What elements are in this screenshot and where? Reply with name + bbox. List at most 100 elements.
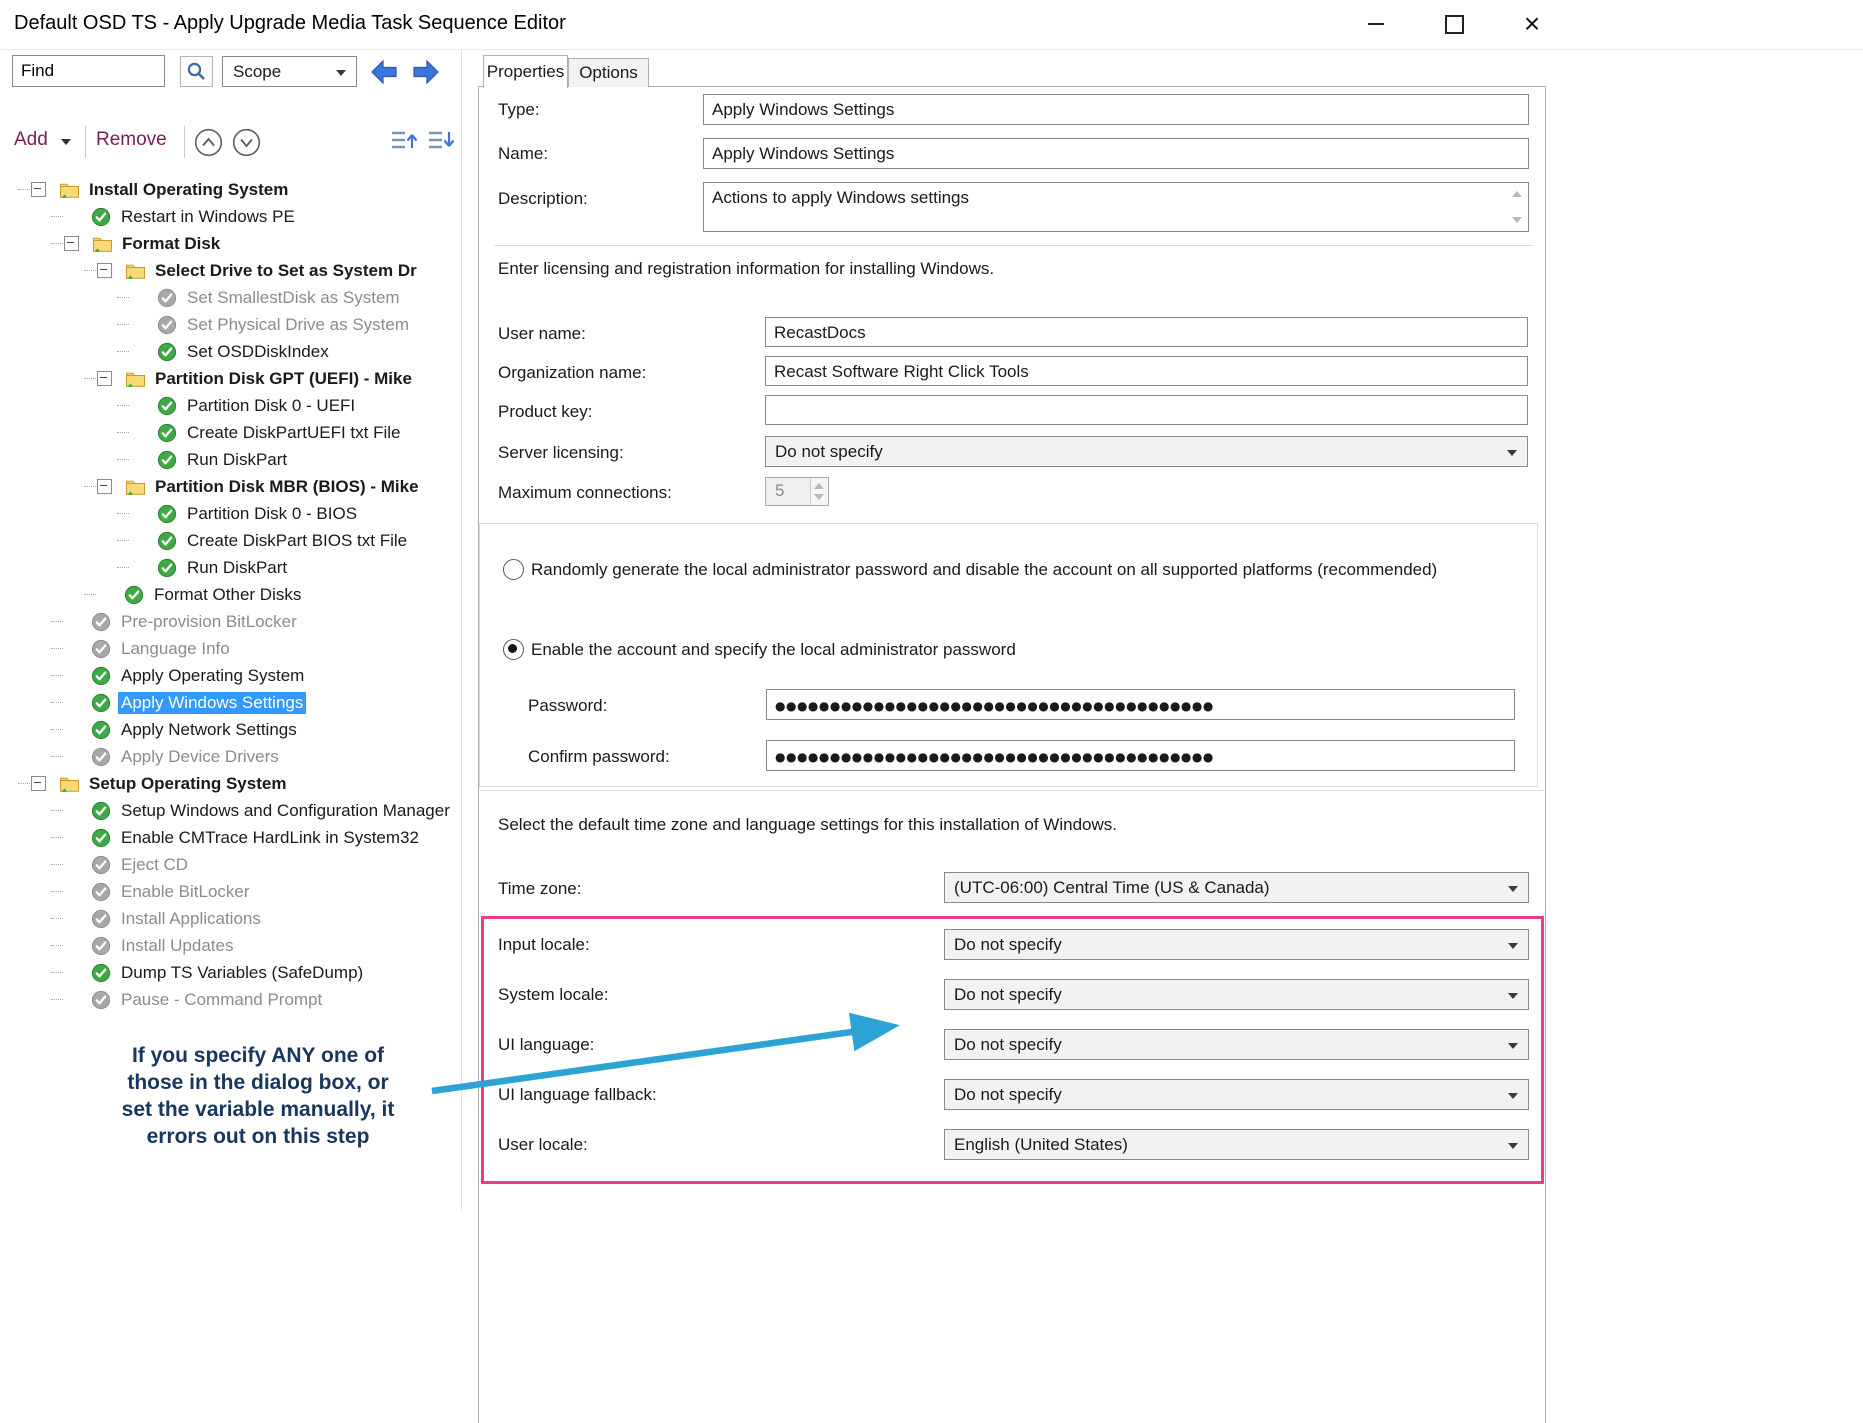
- organization-field[interactable]: Recast Software Right Click Tools: [765, 356, 1528, 386]
- remove-button[interactable]: Remove: [96, 129, 167, 151]
- tree-item[interactable]: Enable BitLocker: [0, 878, 461, 905]
- tree-connector: [51, 648, 63, 650]
- tree-connector: [51, 621, 63, 623]
- minimize-button[interactable]: [1354, 8, 1398, 40]
- tree-expander[interactable]: [97, 479, 112, 494]
- tree-item[interactable]: Partition Disk MBR (BIOS) - Mike: [0, 473, 461, 500]
- tree-item[interactable]: Install Operating System: [0, 176, 461, 203]
- chevron-down-icon: [1508, 886, 1518, 892]
- step-status-icon: [91, 612, 112, 632]
- tree-item[interactable]: Set Physical Drive as System: [0, 311, 461, 338]
- tree-item[interactable]: Pre-provision BitLocker: [0, 608, 461, 635]
- tree-item[interactable]: Restart in Windows PE: [0, 203, 461, 230]
- tree-item[interactable]: Partition Disk 0 - UEFI: [0, 392, 461, 419]
- tree-item[interactable]: Apply Device Drivers: [0, 743, 461, 770]
- tree-item-label: Create DiskPartUEFI txt File: [184, 422, 404, 444]
- name-field[interactable]: Apply Windows Settings: [703, 138, 1529, 169]
- tree-item[interactable]: Eject CD: [0, 851, 461, 878]
- chevron-down-icon: [1508, 943, 1518, 949]
- collapse-all-button[interactable]: [426, 127, 457, 158]
- search-button[interactable]: [180, 56, 213, 87]
- tree-item[interactable]: Run DiskPart: [0, 446, 461, 473]
- tree-connector: [117, 459, 129, 461]
- move-up-button[interactable]: [193, 127, 224, 158]
- tree-item[interactable]: Set SmallestDisk as System: [0, 284, 461, 311]
- locale-dropdown[interactable]: Do not specify: [944, 929, 1529, 960]
- password-field[interactable]: ●●●●●●●●●●●●●●●●●●●●●●●●●●●●●●●●●●●●●●●●: [766, 689, 1515, 720]
- tree-item[interactable]: Setup Windows and Configuration Manager: [0, 797, 461, 824]
- server-licensing-dropdown[interactable]: Do not specify: [765, 436, 1528, 467]
- step-status-icon: [91, 828, 112, 848]
- tree-connector: [51, 756, 63, 758]
- scroll-up-icon[interactable]: [1512, 191, 1522, 197]
- tree-item[interactable]: Install Applications: [0, 905, 461, 932]
- tab-properties[interactable]: Properties: [483, 55, 568, 88]
- tree-item-label: Set SmallestDisk as System: [184, 287, 403, 309]
- max-connections-spinner[interactable]: 5: [765, 477, 829, 506]
- tree-item[interactable]: Partition Disk 0 - BIOS: [0, 500, 461, 527]
- confirm-password-field[interactable]: ●●●●●●●●●●●●●●●●●●●●●●●●●●●●●●●●●●●●●●●●: [766, 740, 1515, 771]
- tree-item[interactable]: Apply Operating System: [0, 662, 461, 689]
- locale-dropdown[interactable]: Do not specify: [944, 1079, 1529, 1110]
- user-name-field[interactable]: RecastDocs: [765, 317, 1528, 347]
- locale-dropdown[interactable]: English (United States): [944, 1129, 1529, 1160]
- add-button[interactable]: Add: [14, 129, 71, 151]
- tree-item[interactable]: Dump TS Variables (SafeDump): [0, 959, 461, 986]
- spinner-buttons[interactable]: [810, 478, 828, 505]
- radio-enable-account[interactable]: [503, 639, 524, 660]
- confirm-password-masked-value: ●●●●●●●●●●●●●●●●●●●●●●●●●●●●●●●●●●●●●●●●: [775, 750, 1214, 764]
- scope-dropdown[interactable]: Scope: [222, 56, 357, 87]
- group-folder-icon: [125, 477, 146, 497]
- step-status-icon: [157, 342, 178, 362]
- tree-expander[interactable]: [97, 371, 112, 386]
- group-folder-icon: [125, 369, 146, 389]
- description-field[interactable]: Actions to apply Windows settings: [703, 182, 1529, 232]
- tree-expander[interactable]: [97, 263, 112, 278]
- tree-expander[interactable]: [31, 182, 46, 197]
- tree-item[interactable]: Apply Windows Settings: [0, 689, 461, 716]
- tree-item-label: Partition Disk 0 - UEFI: [184, 395, 358, 417]
- tree-item[interactable]: Enable CMTrace HardLink in System32: [0, 824, 461, 851]
- tree-connector: [51, 675, 63, 677]
- add-button-label: Add: [14, 129, 48, 150]
- tree-item[interactable]: Install Updates: [0, 932, 461, 959]
- find-input[interactable]: [12, 55, 165, 87]
- tree-item[interactable]: Run DiskPart: [0, 554, 461, 581]
- tree-item-label: Run DiskPart: [184, 449, 290, 471]
- name-label: Name:: [498, 144, 548, 164]
- close-button[interactable]: ×: [1510, 8, 1554, 40]
- tree-expander[interactable]: [31, 776, 46, 791]
- organization-value: Recast Software Right Click Tools: [774, 362, 1029, 381]
- type-field[interactable]: Apply Windows Settings: [703, 94, 1529, 125]
- tree-item[interactable]: Partition Disk GPT (UEFI) - Mike: [0, 365, 461, 392]
- maximize-button[interactable]: [1432, 8, 1476, 40]
- tree-item[interactable]: Format Other Disks: [0, 581, 461, 608]
- tree-item-label: Set Physical Drive as System: [184, 314, 412, 336]
- locale-dropdown[interactable]: Do not specify: [944, 979, 1529, 1010]
- expand-all-button[interactable]: [389, 127, 420, 158]
- tab-options[interactable]: Options: [568, 58, 649, 87]
- product-key-field[interactable]: [765, 395, 1528, 425]
- tree-item[interactable]: Language Info: [0, 635, 461, 662]
- tree-item[interactable]: Create DiskPartUEFI txt File: [0, 419, 461, 446]
- time-zone-dropdown[interactable]: (UTC-06:00) Central Time (US & Canada): [944, 872, 1529, 903]
- move-down-button[interactable]: [231, 127, 262, 158]
- back-button[interactable]: [368, 56, 400, 87]
- scroll-down-icon[interactable]: [1512, 217, 1522, 223]
- tree-item[interactable]: Set OSDDiskIndex: [0, 338, 461, 365]
- locale-dropdown[interactable]: Do not specify: [944, 1029, 1529, 1060]
- toolbar-separator: [85, 126, 86, 158]
- tree-item[interactable]: Format Disk: [0, 230, 461, 257]
- tree-item[interactable]: Pause - Command Prompt: [0, 986, 461, 1013]
- forward-button[interactable]: [410, 56, 442, 87]
- tree-item-label: Partition Disk MBR (BIOS) - Mike: [152, 476, 422, 498]
- radio-random-password[interactable]: [503, 559, 524, 580]
- tree-item[interactable]: Setup Operating System: [0, 770, 461, 797]
- spinner-down-icon: [814, 494, 824, 500]
- tree-expander[interactable]: [64, 236, 79, 251]
- tree-connector: [51, 216, 63, 218]
- tree-item-label: Eject CD: [118, 854, 191, 876]
- tree-item[interactable]: Apply Network Settings: [0, 716, 461, 743]
- tree-item[interactable]: Create DiskPart BIOS txt File: [0, 527, 461, 554]
- tree-item[interactable]: Select Drive to Set as System Dr: [0, 257, 461, 284]
